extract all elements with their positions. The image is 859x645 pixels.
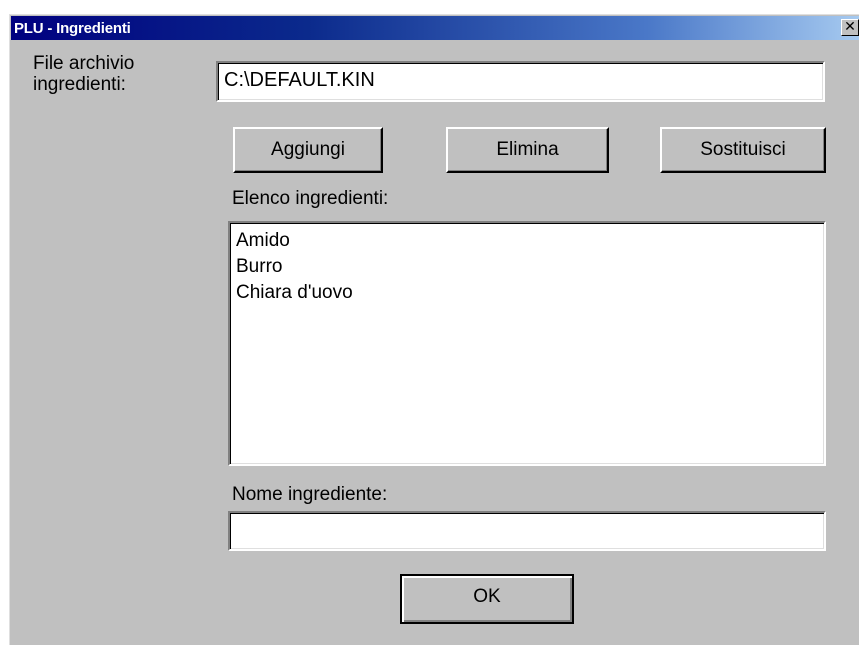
ingredients-list-label: Elenco ingredienti:	[232, 188, 389, 209]
dialog-window: PLU - Ingredienti ✕ File archivio ingred…	[8, 13, 859, 645]
ingredient-name-label: Nome ingrediente:	[232, 484, 388, 505]
file-archive-label: File archivio ingredienti:	[33, 53, 135, 95]
ingredient-name-input[interactable]	[228, 511, 826, 551]
ingredients-list[interactable]: Amido Burro Chiara d'uovo	[228, 221, 826, 466]
delete-button[interactable]: Elimina	[446, 127, 609, 173]
list-item[interactable]: Chiara d'uovo	[236, 280, 824, 306]
title-bar[interactable]: PLU - Ingredienti ✕	[11, 16, 859, 40]
add-button[interactable]: Aggiungi	[233, 127, 383, 173]
close-icon[interactable]: ✕	[841, 19, 859, 36]
replace-button[interactable]: Sostituisci	[660, 127, 826, 173]
ok-button[interactable]: OK	[400, 574, 574, 624]
list-item[interactable]: Burro	[236, 254, 824, 280]
window-title: PLU - Ingredienti	[14, 19, 131, 37]
file-archive-input[interactable]: C:\DEFAULT.KIN	[216, 61, 825, 102]
list-item[interactable]: Amido	[236, 228, 824, 254]
